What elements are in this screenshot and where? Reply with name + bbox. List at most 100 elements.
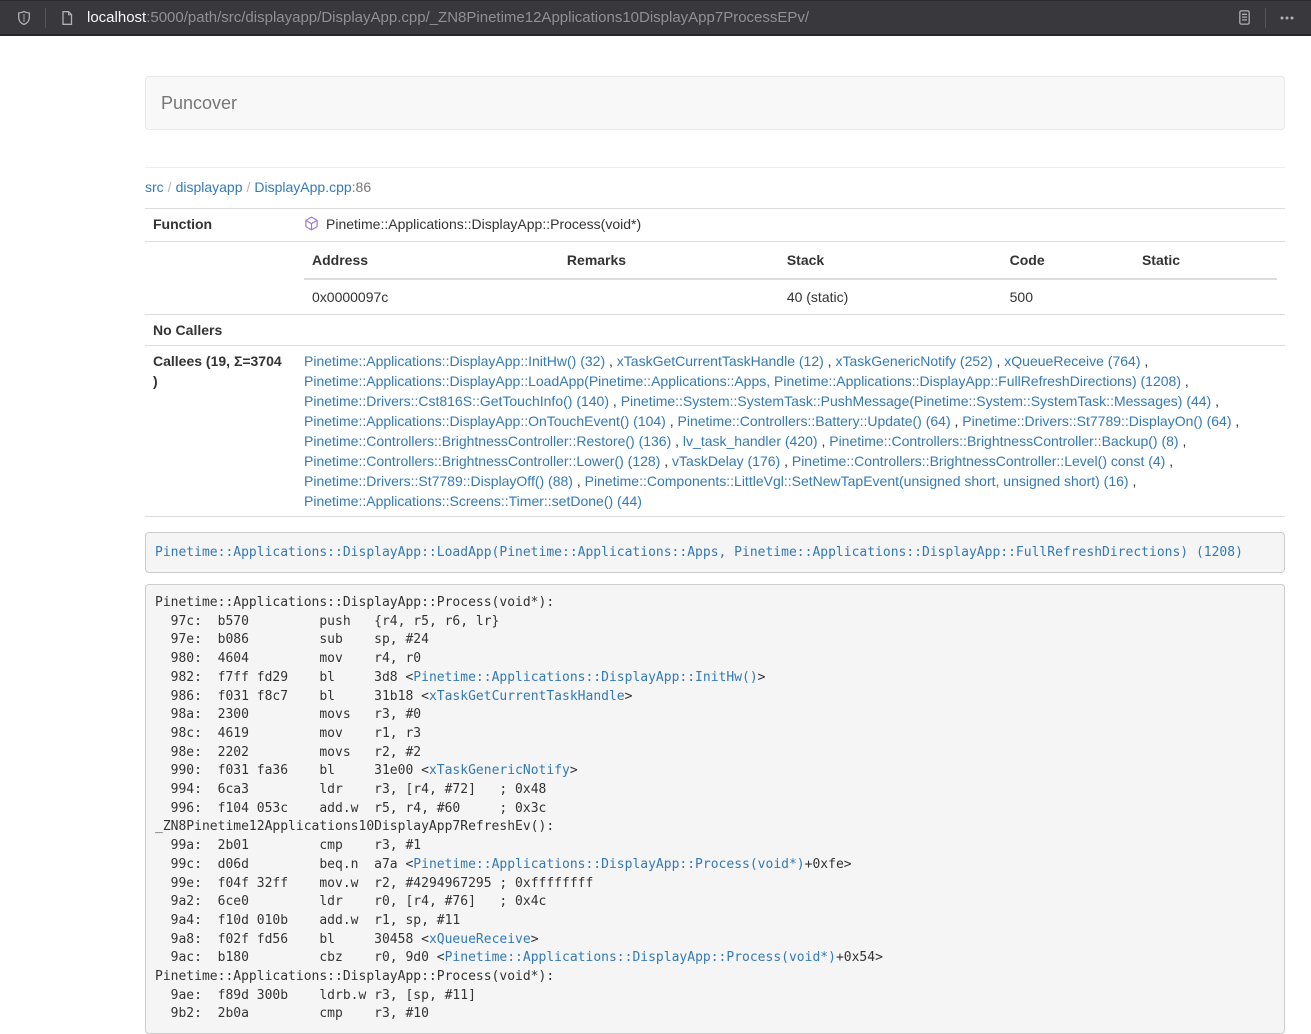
callee-link[interactable]: Pinetime::Applications::Screens::Timer::…: [304, 493, 642, 509]
function-name-cell: Pinetime::Applications::DisplayApp::Proc…: [296, 209, 1285, 242]
callees-list: Pinetime::Applications::DisplayApp::Init…: [296, 346, 1285, 517]
code-size-value: 500: [1002, 279, 1134, 314]
code-line: 996: f104 053c add.w r5, r4, #60 ; 0x3c: [155, 800, 1275, 819]
code-line: 99e: f04f 32ff mov.w r2, #4294967295 ; 0…: [155, 875, 1275, 894]
function-table: Function Pinetime::Applications::Display…: [145, 208, 1285, 517]
function-name: Pinetime::Applications::DisplayApp::Proc…: [326, 216, 641, 232]
site-navbar: Puncover: [145, 76, 1285, 130]
callee-separator: ,: [666, 413, 678, 429]
code-line: 97c: b570 push {r4, r5, r6, lr}: [155, 613, 1275, 632]
browser-toolbar: localhost:5000/path/src/displayapp/Displ…: [0, 0, 1311, 36]
callee-link[interactable]: Pinetime::Applications::DisplayApp::Load…: [304, 373, 1181, 389]
function-label: Function: [145, 209, 296, 242]
code-symbol-link[interactable]: xTaskGenericNotify: [429, 763, 570, 778]
code-line: 99a: 2b01 cmp r3, #1: [155, 837, 1275, 856]
metrics-table: Address Remarks Stack Code Static 0x0000…: [304, 242, 1277, 314]
code-symbol-link[interactable]: Pinetime::Applications::DisplayApp::Proc…: [445, 950, 836, 965]
page-container: Puncover src/displayapp/DisplayApp.cpp:8…: [145, 76, 1285, 1034]
breadcrumb-link-file[interactable]: DisplayApp.cpp: [254, 179, 351, 195]
callee-separator: ,: [1140, 353, 1148, 369]
static-value: [1134, 279, 1277, 314]
code-line: 9a2: 6ce0 ldr r0, [r4, #76] ; 0x4c: [155, 893, 1275, 912]
reader-view-icon[interactable]: [1232, 6, 1256, 30]
callee-separator: ,: [609, 393, 621, 409]
code-line: 980: 4604 mov r4, r0: [155, 650, 1275, 669]
callee-separator: ,: [1232, 413, 1240, 429]
breadcrumb-separator: /: [164, 179, 176, 195]
no-callers-row: No Callers: [145, 315, 1285, 346]
code-symbol-link[interactable]: Pinetime::Applications::DisplayApp::Proc…: [413, 857, 804, 872]
code-line: 98e: 2202 movs r2, #2: [155, 744, 1275, 763]
callee-link[interactable]: Pinetime::Applications::DisplayApp::OnTo…: [304, 413, 666, 429]
code-label-line: _ZN8Pinetime12Applications10DisplayApp7R…: [155, 818, 1275, 837]
shield-icon[interactable]: [12, 6, 36, 30]
code-label-line: Pinetime::Applications::DisplayApp::Proc…: [155, 594, 1275, 613]
toolbar-divider: [1265, 8, 1266, 28]
callee-link[interactable]: Pinetime::Applications::DisplayApp::Init…: [304, 353, 605, 369]
highlighted-callee-link[interactable]: Pinetime::Applications::DisplayApp::Load…: [155, 545, 1243, 560]
callee-link[interactable]: Pinetime::Drivers::Cst816S::GetTouchInfo…: [304, 393, 609, 409]
callee-separator: ,: [1181, 373, 1189, 389]
callee-link[interactable]: xTaskGetCurrentTaskHandle (12): [617, 353, 824, 369]
metrics-row: Address Remarks Stack Code Static 0x0000…: [145, 242, 1285, 315]
code-line: 994: 6ca3 ldr r3, [r4, #72] ; 0x48: [155, 781, 1275, 800]
toolbar-divider: [45, 8, 46, 28]
divider-rule: [145, 167, 1285, 168]
metrics-row-label: [145, 242, 296, 315]
callee-separator: ,: [818, 433, 830, 449]
code-line: 9ac: b180 cbz r0, 9d0 <Pinetime::Applica…: [155, 949, 1275, 968]
no-callers-label: No Callers: [145, 315, 296, 346]
remarks-value: [559, 279, 779, 314]
highlighted-callee-box: Pinetime::Applications::DisplayApp::Load…: [145, 532, 1285, 573]
callee-separator: ,: [993, 353, 1005, 369]
metrics-cell: Address Remarks Stack Code Static 0x0000…: [296, 242, 1285, 315]
callee-link[interactable]: Pinetime::System::SystemTask::PushMessag…: [621, 393, 1212, 409]
callee-separator: ,: [660, 453, 672, 469]
symbol-cube-icon: [304, 216, 319, 236]
callee-link[interactable]: Pinetime::Drivers::St7789::DisplayOff() …: [304, 473, 573, 489]
table-row: 0x0000097c 40 (static) 500: [304, 279, 1277, 314]
url-host: localhost: [87, 9, 146, 26]
callees-row: Callees (19, Σ=3704 ) Pinetime::Applicat…: [145, 346, 1285, 517]
callee-link[interactable]: Pinetime::Controllers::BrightnessControl…: [304, 433, 671, 449]
callee-separator: ,: [824, 353, 836, 369]
breadcrumb-link-displayapp[interactable]: displayapp: [176, 179, 243, 195]
callee-link[interactable]: Pinetime::Controllers::BrightnessControl…: [304, 453, 660, 469]
col-address: Address: [304, 242, 559, 279]
callee-separator: ,: [573, 473, 585, 489]
callee-separator: ,: [951, 413, 963, 429]
breadcrumb-line-number: :86: [352, 179, 371, 195]
callee-link[interactable]: Pinetime::Controllers::BrightnessControl…: [792, 453, 1165, 469]
code-symbol-link[interactable]: xQueueReceive: [429, 932, 531, 947]
page-info-icon[interactable]: [55, 6, 79, 30]
code-line: 97e: b086 sub sp, #24: [155, 631, 1275, 650]
callee-separator: ,: [780, 453, 792, 469]
callee-separator: ,: [671, 433, 683, 449]
callee-link[interactable]: xTaskGenericNotify (252): [835, 353, 992, 369]
url-path: :5000/path/src/displayapp/DisplayApp.cpp…: [146, 9, 809, 26]
col-stack: Stack: [779, 242, 1002, 279]
callee-link[interactable]: Pinetime::Components::LittleVgl::SetNewT…: [585, 473, 1129, 489]
code-line: 9a4: f10d 010b add.w r1, sp, #11: [155, 912, 1275, 931]
callee-link[interactable]: Pinetime::Drivers::St7789::DisplayOn() (…: [962, 413, 1231, 429]
menu-ellipsis-icon[interactable]: [1275, 6, 1299, 30]
callee-link[interactable]: lv_task_handler (420): [683, 433, 818, 449]
col-remarks: Remarks: [559, 242, 779, 279]
callee-link[interactable]: Pinetime::Controllers::Battery::Update()…: [678, 413, 951, 429]
col-code: Code: [1002, 242, 1134, 279]
code-symbol-link[interactable]: xTaskGetCurrentTaskHandle: [429, 689, 625, 704]
code-symbol-link[interactable]: Pinetime::Applications::DisplayApp::Init…: [413, 670, 757, 685]
callee-separator: ,: [1211, 393, 1219, 409]
callee-link[interactable]: xQueueReceive (764): [1004, 353, 1140, 369]
callee-separator: ,: [1129, 473, 1137, 489]
breadcrumb-link-src[interactable]: src: [145, 179, 164, 195]
callee-link[interactable]: Pinetime::Controllers::BrightnessControl…: [829, 433, 1178, 449]
breadcrumb-separator: /: [243, 179, 255, 195]
brand-link[interactable]: Puncover: [161, 93, 237, 114]
col-static: Static: [1134, 242, 1277, 279]
callee-link[interactable]: vTaskDelay (176): [672, 453, 780, 469]
url-input[interactable]: localhost:5000/path/src/displayapp/Displ…: [87, 9, 1232, 26]
code-line: 986: f031 f8c7 bl 31b18 <xTaskGetCurrent…: [155, 688, 1275, 707]
address-value: 0x0000097c: [304, 279, 559, 314]
code-line: 98c: 4619 mov r1, r3: [155, 725, 1275, 744]
